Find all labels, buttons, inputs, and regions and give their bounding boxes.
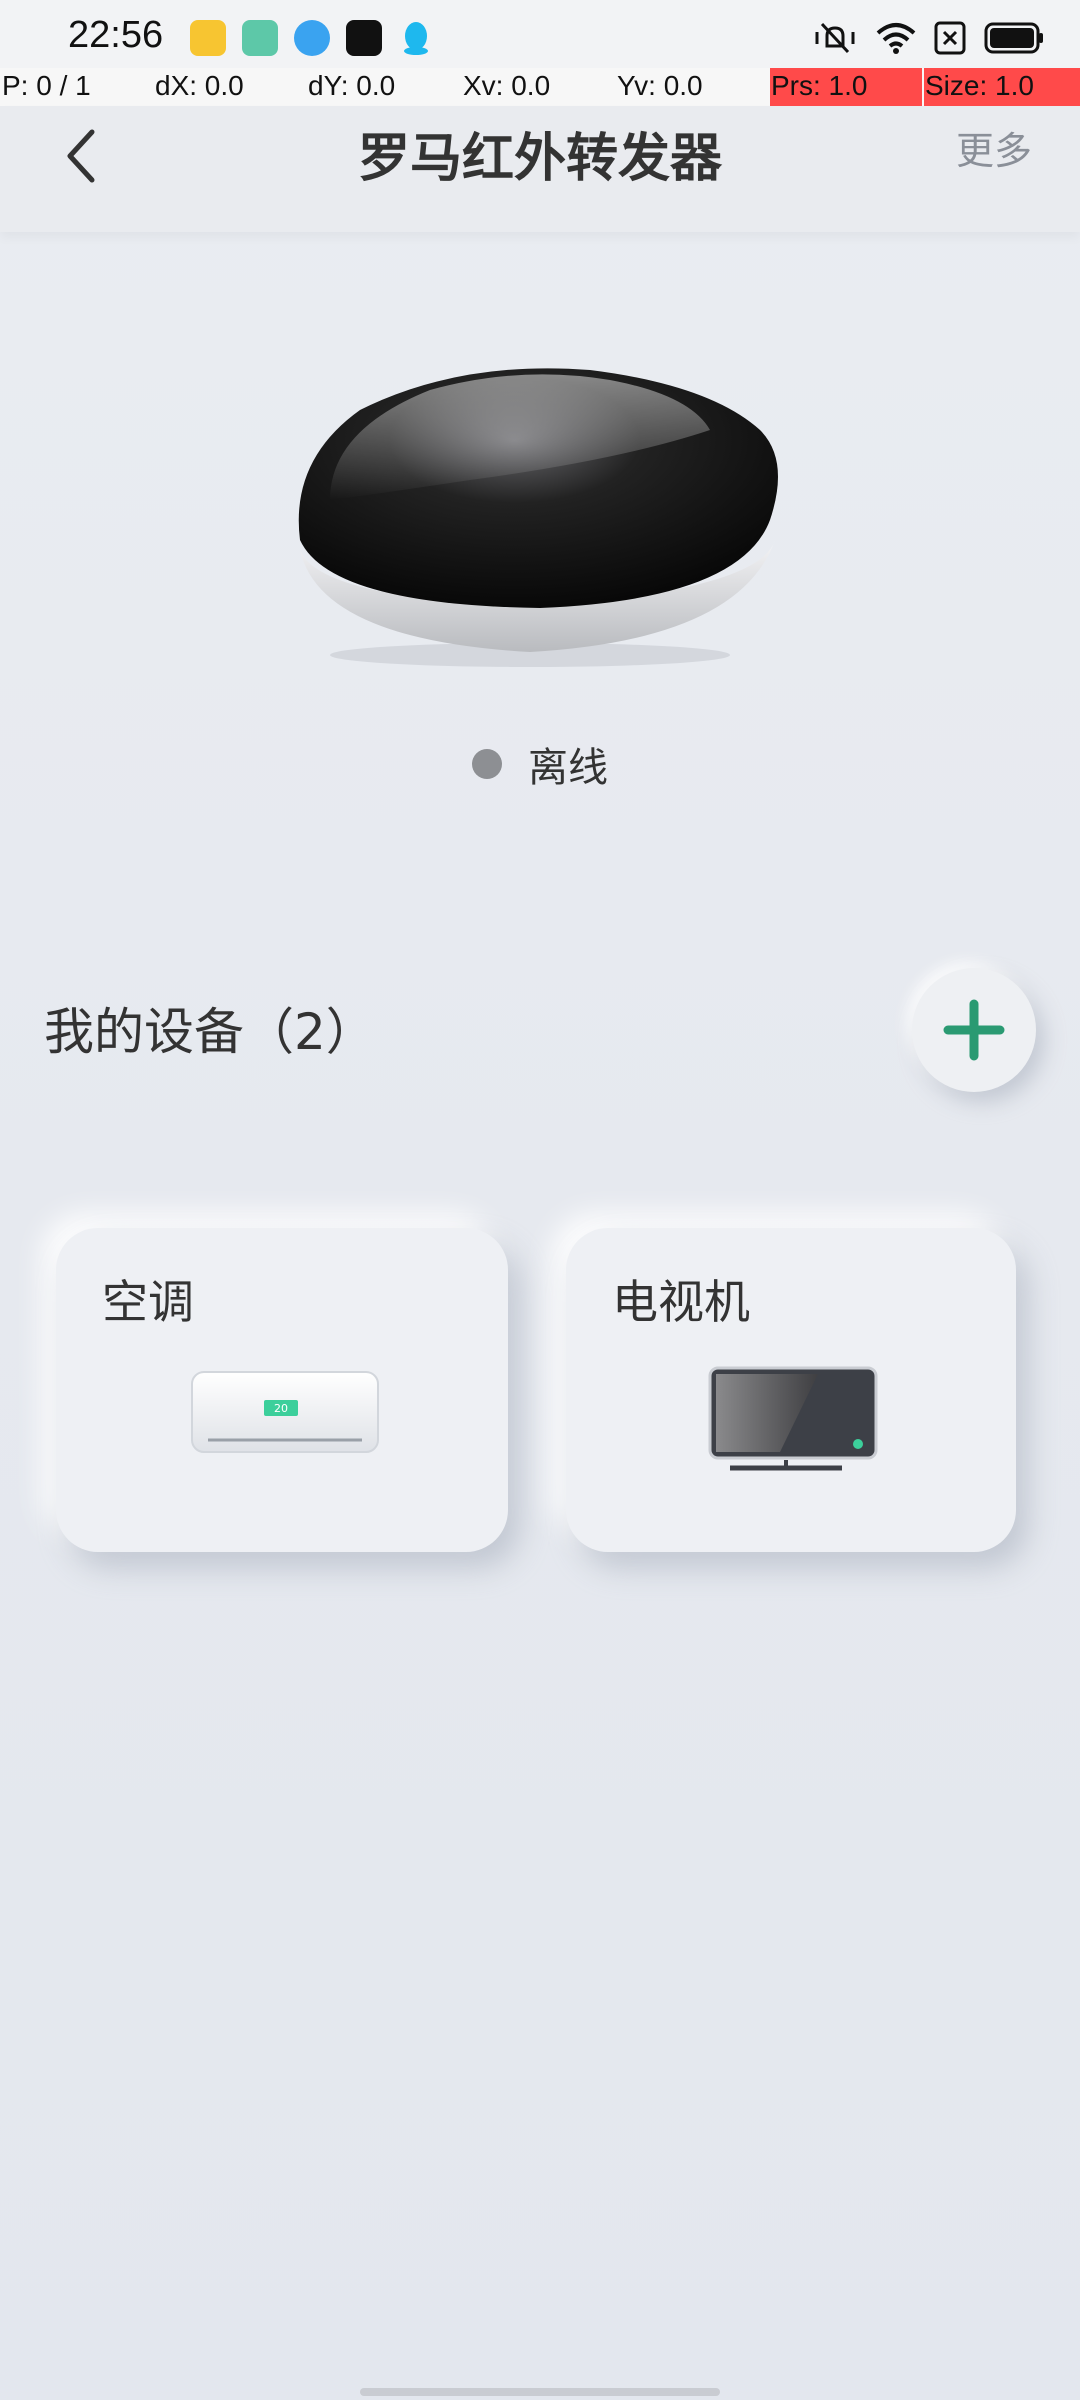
debug-pointer: P: 0 / 1 [2, 70, 91, 101]
ac-display-value: 20 [274, 1402, 288, 1415]
battery-icon [984, 22, 1043, 54]
debug-xv: Xv: 0.0 [463, 70, 551, 101]
page-header: 罗马红外转发器 更多 [0, 106, 1080, 232]
no-sim-icon [934, 21, 966, 55]
debug-yv: Yv: 0.0 [617, 70, 703, 101]
television-icon [708, 1366, 878, 1471]
notes-app-icon [190, 20, 226, 56]
device-status: 离线 [0, 735, 1080, 793]
device-card-air-conditioner[interactable]: 空调 20 [56, 1228, 508, 1552]
status-text: 离线 [528, 745, 608, 791]
qq-app-icon [404, 22, 428, 55]
pointer-debug-bar: P: 0 / 1 dX: 0.0 dY: 0.0 Xv: 0.0 Yv: 0.0… [0, 68, 1080, 106]
device-card-television[interactable]: 电视机 [566, 1228, 1016, 1552]
browser-app-icon [294, 20, 330, 56]
debug-dy: dY: 0.0 [308, 70, 396, 101]
status-bar: 22:56 [0, 0, 1080, 68]
status-dot [472, 749, 502, 779]
add-device-button[interactable] [912, 968, 1036, 1092]
device-card-label: 电视机 [612, 1275, 750, 1329]
plus-icon [943, 999, 1005, 1061]
home-indicator[interactable] [360, 2388, 720, 2396]
solo-app-icon [346, 20, 382, 56]
page-title: 罗马红外转发器 [357, 129, 722, 189]
store-app-icon [242, 20, 278, 56]
device-card-label: 空调 [102, 1275, 194, 1329]
status-time: 22:56 [68, 14, 164, 56]
my-devices-title: 我的设备（2） [44, 1003, 376, 1061]
notification-icons [190, 20, 434, 56]
system-icons [812, 20, 1044, 56]
more-button[interactable]: 更多 [956, 120, 1032, 175]
mute-vibrate-icon [815, 22, 855, 54]
debug-dx: dX: 0.0 [155, 70, 244, 101]
debug-size: Size: 1.0 [925, 70, 1034, 101]
air-conditioner-icon: 20 [191, 1371, 379, 1453]
ir-hub-device-image [298, 368, 778, 667]
wifi-icon [876, 23, 916, 54]
debug-prs: Prs: 1.0 [771, 70, 868, 101]
